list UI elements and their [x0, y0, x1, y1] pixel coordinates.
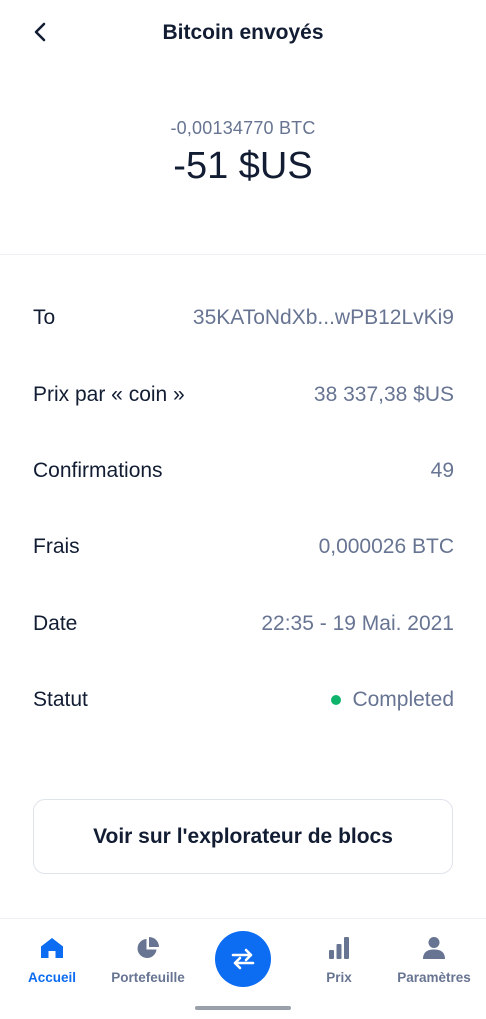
pie-chart-icon: [134, 934, 162, 962]
detail-label: To: [33, 306, 56, 330]
nav-item-portfolio[interactable]: Portefeuille: [100, 919, 196, 999]
detail-label: Frais: [33, 535, 80, 559]
divider: [0, 254, 486, 255]
detail-row-confirmations: Confirmations 49: [0, 433, 486, 509]
swap-arrows-icon: [231, 948, 255, 970]
fee-value: 0,000026 BTC: [318, 535, 454, 559]
nav-label: Accueil: [27, 970, 77, 985]
nav-item-home[interactable]: Accueil: [4, 919, 100, 999]
amount-crypto: -0,00134770 BTC: [170, 118, 316, 138]
detail-row-status: Statut Completed: [0, 662, 486, 738]
detail-label: Prix par « coin »: [33, 382, 185, 406]
detail-label: Confirmations: [33, 458, 163, 482]
bottom-nav: Accueil Portefeuille Prix Paramètres: [0, 918, 486, 1019]
detail-label: Statut: [33, 688, 88, 712]
nav-label: Portefeuille: [111, 970, 185, 985]
price-per-coin: 38 337,38 $US: [313, 382, 454, 406]
recipient-address[interactable]: 35KAToNdXb...wPB12LvKi9: [193, 306, 454, 330]
detail-row-price: Prix par « coin » 38 337,38 $US: [0, 356, 486, 432]
status-badge: Completed: [331, 688, 454, 712]
swap-button[interactable]: [215, 931, 271, 987]
status-value: Completed: [352, 688, 454, 712]
bar-chart-icon: [325, 934, 353, 962]
nav-item-prices[interactable]: Prix: [291, 919, 387, 999]
detail-row-fee: Frais 0,000026 BTC: [0, 509, 486, 585]
view-block-explorer-button[interactable]: Voir sur l'explorateur de blocs: [33, 799, 453, 874]
nav-item-settings[interactable]: Paramètres: [386, 919, 482, 999]
nav-label: Prix: [326, 970, 352, 985]
amount-summary: -0,00134770 BTC -51 $US: [0, 118, 486, 188]
page-title: Bitcoin envoyés: [162, 21, 324, 44]
nav-label: Paramètres: [397, 970, 471, 985]
confirmations-count: 49: [430, 458, 454, 482]
detail-row-to: To 35KAToNdXb...wPB12LvKi9: [0, 280, 486, 356]
header: Bitcoin envoyés: [0, 0, 486, 70]
status-dot-icon: [331, 695, 342, 706]
home-icon: [38, 934, 66, 962]
home-indicator: [195, 1006, 291, 1010]
date-value: 22:35 - 19 Mai. 2021: [261, 611, 454, 635]
detail-label: Date: [33, 611, 78, 635]
amount-fiat: -51 $US: [173, 145, 313, 187]
transaction-details: To 35KAToNdXb...wPB12LvKi9 Prix par « co…: [0, 280, 486, 738]
user-icon: [420, 934, 448, 962]
detail-row-date: Date 22:35 - 19 Mai. 2021: [0, 586, 486, 662]
